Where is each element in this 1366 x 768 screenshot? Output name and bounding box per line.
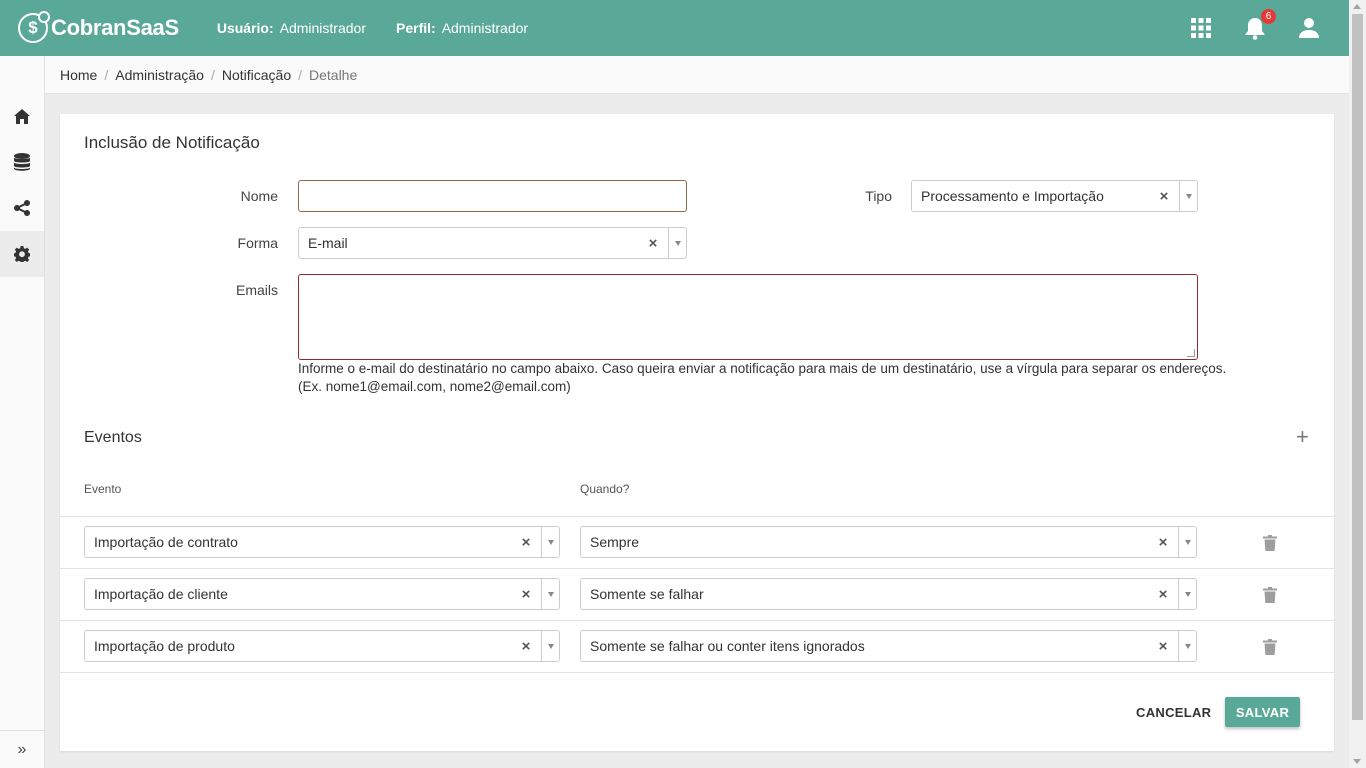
clear-icon[interactable]: × — [517, 586, 535, 603]
double-chevron-right-icon: » — [17, 740, 27, 758]
clear-icon[interactable]: × — [1154, 534, 1172, 551]
chevron-down-icon[interactable] — [542, 644, 559, 649]
column-header-evento: Evento — [84, 482, 122, 496]
brand-name: CobranSaaS — [51, 15, 179, 40]
emails-help-text: Informe o e-mail do destinatário no camp… — [298, 361, 1227, 394]
chevron-down-icon[interactable] — [542, 540, 559, 545]
logo[interactable]: $ CobranSaaS — [18, 11, 179, 43]
sidebar-item-settings[interactable] — [0, 231, 44, 277]
page-title: Inclusão de Notificação — [84, 133, 260, 152]
notification-form-card: Inclusão de Notificação Nome Tipo Proces… — [60, 114, 1334, 751]
when-select-1[interactable]: Sempre × — [580, 526, 1197, 558]
user-icon[interactable] — [1297, 16, 1321, 40]
breadcrumb: Home / Administração / Notificação / Det… — [45, 56, 1349, 94]
scroll-down-arrow[interactable] — [1353, 759, 1361, 764]
profile-label: Perfil: — [396, 20, 436, 36]
gear-icon — [14, 246, 30, 262]
apps-grid-icon[interactable] — [1189, 16, 1213, 40]
share-icon — [14, 200, 30, 216]
logo-icon: $ — [18, 11, 50, 43]
sidebar-item-database[interactable] — [0, 139, 44, 185]
chevron-down-icon[interactable] — [1180, 194, 1197, 199]
trash-icon[interactable] — [1263, 587, 1277, 603]
breadcrumb-notificacao[interactable]: Notificação — [222, 67, 291, 83]
sidebar-item-home[interactable] — [0, 93, 44, 139]
trash-icon[interactable] — [1263, 535, 1277, 551]
notification-badge: 6 — [1261, 9, 1276, 24]
when-select-2[interactable]: Somente se falhar × — [580, 578, 1197, 610]
resize-handle-icon[interactable] — [1187, 349, 1195, 357]
forma-label: Forma — [237, 235, 278, 251]
sidebar: » — [0, 56, 45, 768]
event-select-1[interactable]: Importação de contrato × — [84, 526, 560, 558]
clear-icon[interactable]: × — [517, 534, 535, 551]
chevron-down-icon[interactable] — [1179, 592, 1196, 597]
scroll-thumb[interactable] — [1352, 14, 1363, 720]
user-info: Usuário: Administrador — [217, 20, 366, 36]
chevron-down-icon[interactable] — [669, 241, 686, 246]
tipo-select[interactable]: Processamento e Importação × — [911, 180, 1198, 212]
profile-info: Perfil: Administrador — [396, 20, 528, 36]
top-bar: $ CobranSaaS Usuário: Administrador Perf… — [0, 0, 1349, 56]
cancel-button[interactable]: CANCELAR — [1126, 697, 1221, 727]
forma-select[interactable]: E-mail × — [298, 227, 687, 259]
database-icon — [14, 153, 30, 171]
events-section-title: Eventos — [84, 429, 142, 446]
profile-value: Administrador — [441, 20, 529, 36]
bell-icon[interactable]: 6 — [1243, 9, 1276, 40]
tipo-value: Processamento e Importação — [921, 188, 1104, 204]
nome-label: Nome — [240, 188, 278, 204]
chevron-down-icon[interactable] — [1179, 644, 1196, 649]
clear-icon[interactable]: × — [517, 638, 535, 655]
emails-textarea[interactable] — [298, 274, 1198, 360]
clear-icon[interactable]: × — [644, 235, 662, 252]
chevron-down-icon[interactable] — [542, 592, 559, 597]
emails-label: Emails — [235, 282, 278, 298]
sidebar-expand-button[interactable]: » — [0, 730, 44, 768]
event-select-3[interactable]: Importação de produto × — [84, 630, 560, 662]
clear-icon[interactable]: × — [1154, 638, 1172, 655]
trash-icon[interactable] — [1263, 639, 1277, 655]
chevron-down-icon[interactable] — [1179, 540, 1196, 545]
column-header-quando: Quando? — [580, 482, 630, 496]
when-select-3[interactable]: Somente se falhar ou conter itens ignora… — [580, 630, 1197, 662]
scroll-up-arrow[interactable] — [1353, 4, 1361, 9]
vertical-scrollbar[interactable] — [1349, 0, 1366, 768]
user-value: Administrador — [279, 20, 366, 36]
breadcrumb-current: Detalhe — [309, 66, 358, 83]
forma-value: E-mail — [308, 235, 348, 251]
breadcrumb-home[interactable]: Home — [60, 67, 97, 83]
user-label: Usuário: — [216, 20, 274, 36]
nome-input[interactable] — [298, 180, 687, 212]
sidebar-item-share[interactable] — [0, 185, 44, 231]
clear-icon[interactable]: × — [1154, 586, 1172, 603]
breadcrumb-administracao[interactable]: Administração — [115, 67, 204, 83]
clear-icon[interactable]: × — [1155, 188, 1173, 205]
event-select-2[interactable]: Importação de cliente × — [84, 578, 560, 610]
home-icon — [14, 108, 30, 124]
add-event-icon[interactable]: + — [1296, 426, 1309, 448]
save-button[interactable]: SALVAR — [1225, 697, 1300, 727]
tipo-label: Tipo — [865, 188, 892, 204]
